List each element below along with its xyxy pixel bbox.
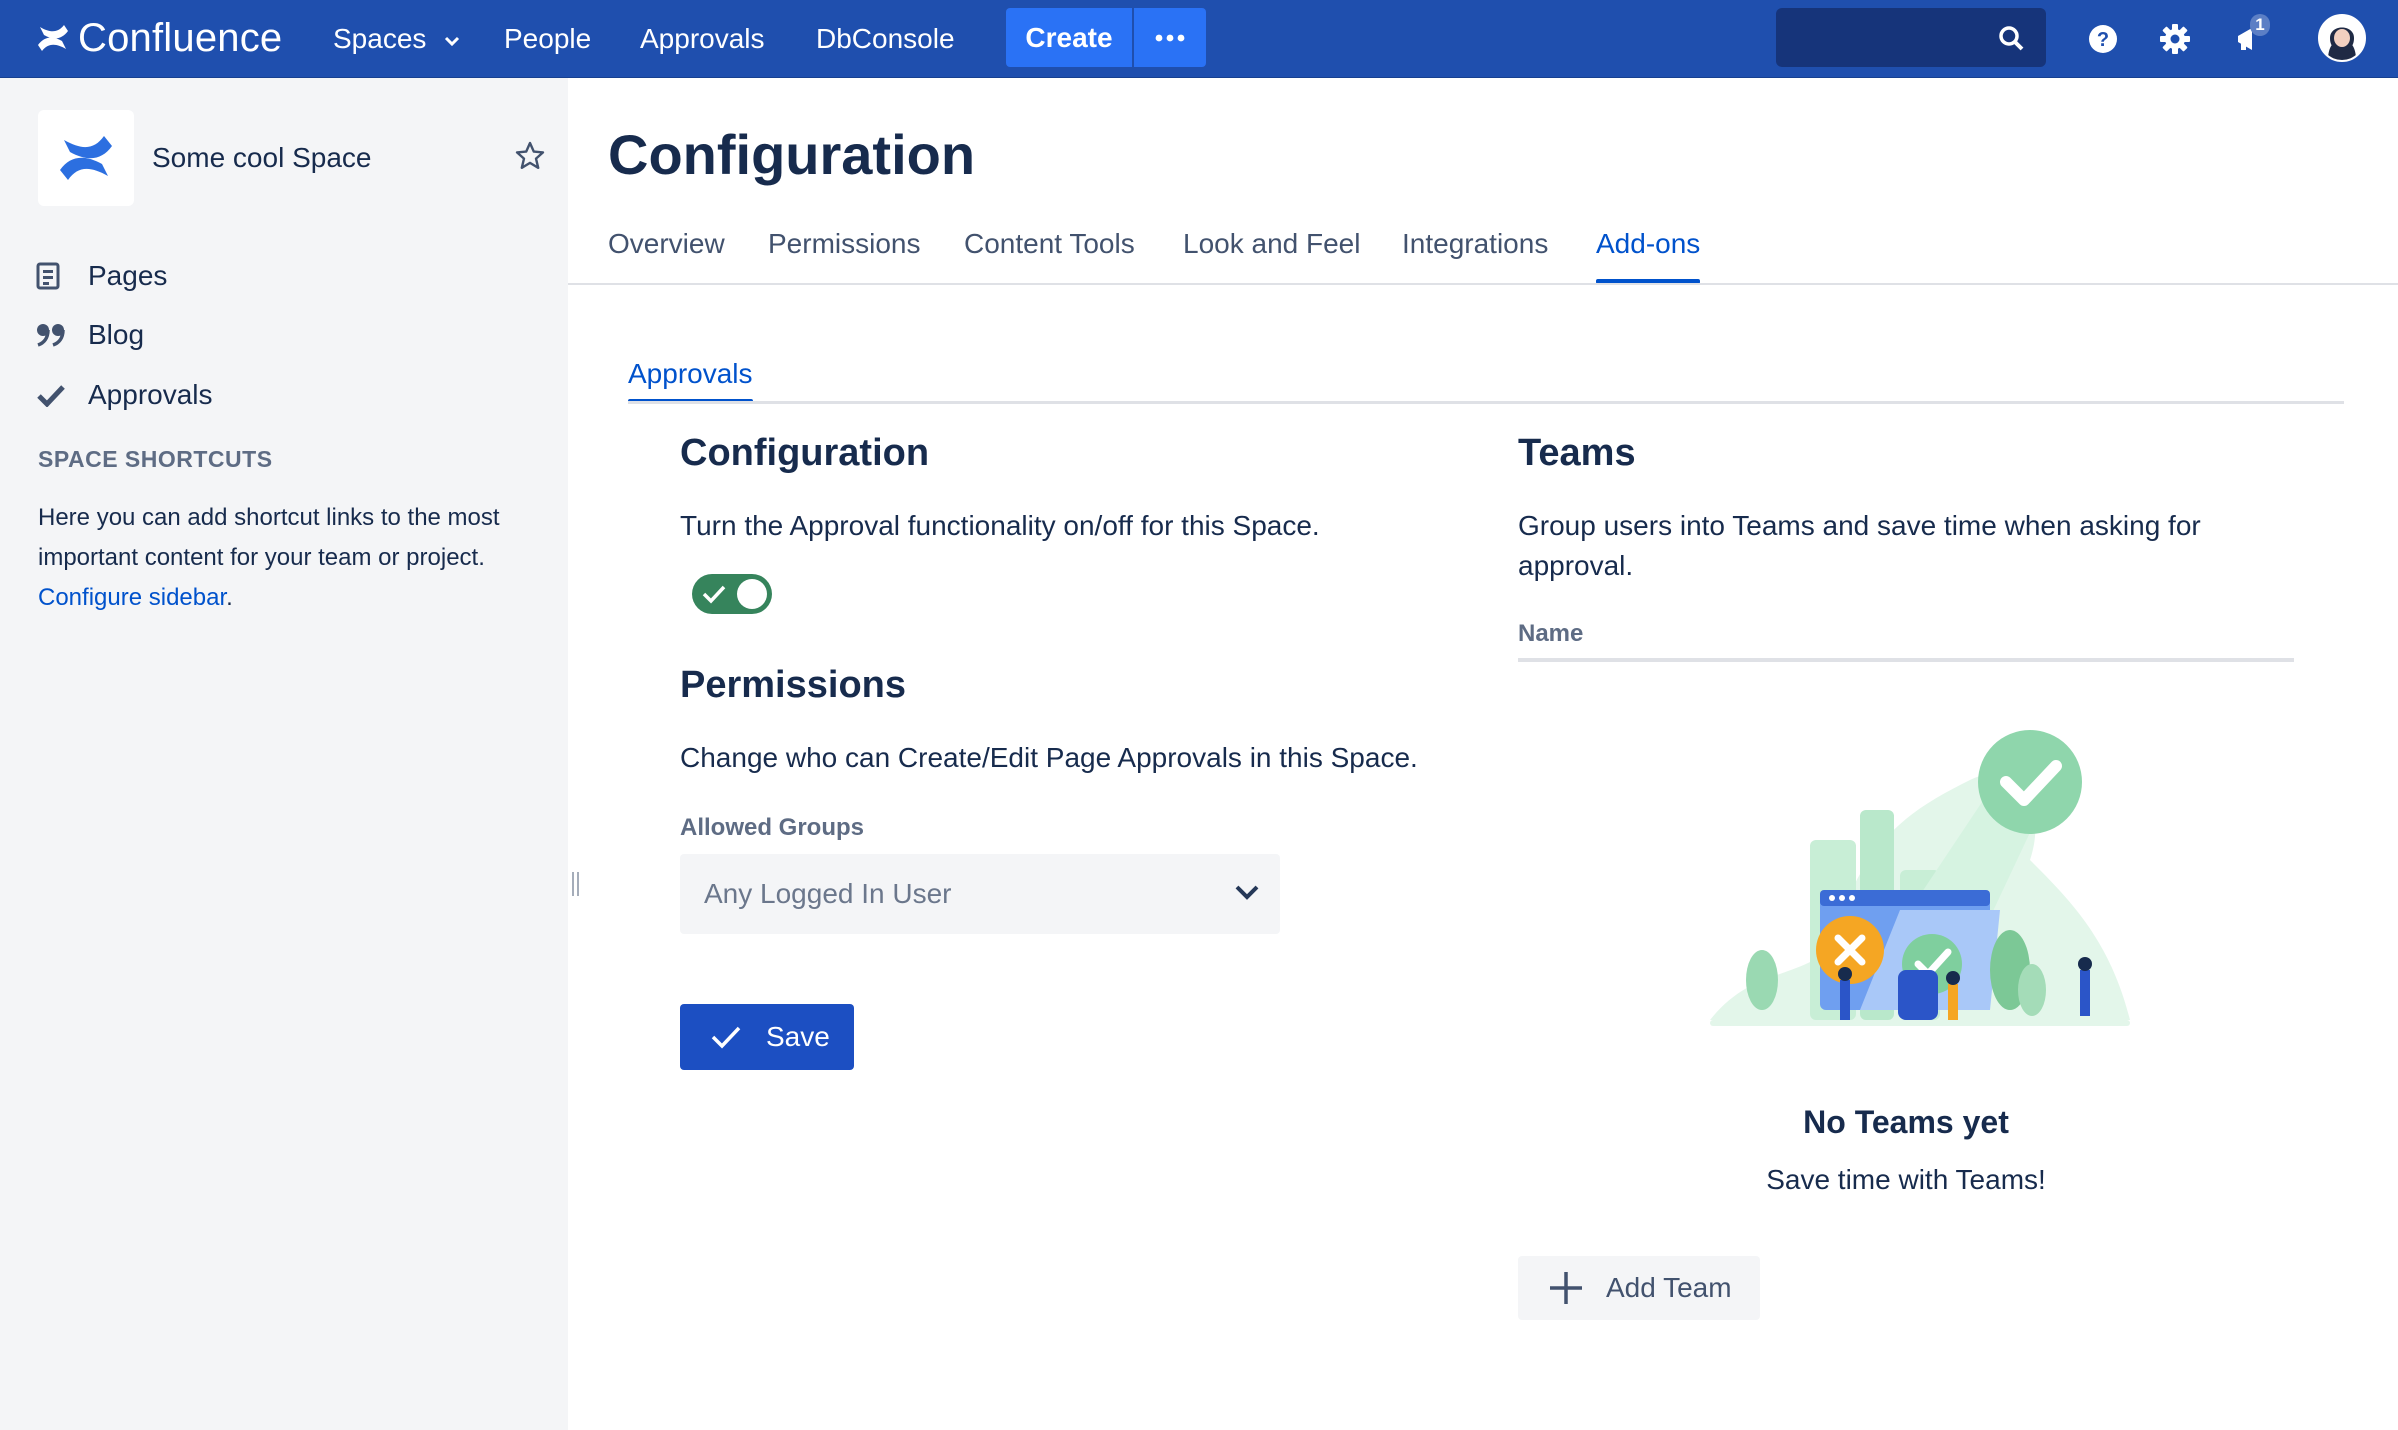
checkmark-icon (36, 383, 70, 407)
notification-count-badge: 1 (2250, 14, 2270, 36)
check-icon (710, 1025, 742, 1049)
sidebar-item-approvals[interactable]: Approvals (36, 375, 213, 415)
search-icon[interactable] (1998, 25, 2024, 51)
teams-description: Group users into Teams and save time whe… (1518, 510, 2201, 581)
create-button[interactable]: Create (1006, 8, 1132, 67)
more-create-options-button[interactable] (1134, 8, 1206, 67)
space-shortcuts-heading: SPACE SHORTCUTS (38, 446, 273, 472)
save-button-label: Save (766, 1021, 830, 1052)
toggle-check-icon (702, 585, 726, 604)
allowed-groups-label: Allowed Groups (680, 814, 865, 841)
page-icon (36, 262, 70, 290)
tabs-divider (568, 283, 2398, 285)
tab-permissions[interactable]: Permissions (768, 228, 920, 284)
tab-integrations[interactable]: Integrations (1402, 228, 1548, 284)
gear-icon (2160, 24, 2190, 54)
quote-icon (36, 323, 70, 347)
sidebar-item-pages[interactable]: Pages (36, 256, 167, 296)
tab-overview[interactable]: Overview (608, 228, 725, 284)
search-box[interactable] (1776, 8, 2046, 67)
no-teams-subtitle: Save time with Teams! (1766, 1164, 2046, 1195)
permissions-heading: Permissions (680, 664, 906, 706)
nav-spaces-label: Spaces (333, 23, 427, 54)
toggle-knob (737, 579, 767, 609)
add-team-button[interactable]: Add Team (1518, 1256, 1760, 1320)
sidebar-item-label: Approvals (88, 379, 213, 410)
subtabs-divider (628, 401, 2344, 404)
avatar-icon (2320, 16, 2364, 60)
space-logo[interactable] (38, 110, 134, 206)
top-navigation-bar: Confluence Spaces People Approvals DbCon… (0, 0, 2398, 78)
no-teams-illustration (1710, 730, 2130, 1026)
brand-name: Confluence (78, 15, 283, 60)
configuration-description: Turn the Approval functionality on/off f… (680, 510, 1320, 541)
space-name[interactable]: Some cool Space (152, 142, 371, 174)
subtab-approvals[interactable]: Approvals (628, 358, 753, 404)
confluence-logo-icon (38, 25, 68, 51)
nav-people[interactable]: People (504, 0, 591, 78)
allowed-groups-select[interactable]: Any Logged In User (680, 854, 1280, 934)
nav-spaces[interactable]: Spaces (333, 0, 460, 78)
shortcuts-text: Here you can add shortcut links to the m… (38, 504, 500, 571)
help-button[interactable]: ? (2080, 16, 2126, 62)
chevron-down-icon (1235, 885, 1259, 900)
space-shortcuts-description: Here you can add shortcut links to the m… (38, 498, 538, 618)
configure-sidebar-link[interactable]: Configure sidebar (38, 584, 226, 611)
no-teams-title: No Teams yet (1803, 1104, 2009, 1140)
notifications-button[interactable]: 1 (2226, 14, 2272, 62)
nav-approvals[interactable]: Approvals (640, 0, 765, 78)
confluence-logo[interactable]: Confluence (36, 16, 282, 60)
star-icon[interactable] (514, 140, 546, 172)
chevron-down-icon (445, 36, 460, 46)
approval-functionality-toggle[interactable] (692, 574, 772, 614)
space-sidebar: Some cool Space Pages Blog Approvals SPA… (0, 78, 568, 1430)
user-avatar[interactable] (2318, 14, 2366, 62)
save-button[interactable]: Save (680, 1004, 854, 1070)
more-icon (1155, 34, 1185, 41)
sidebar-item-blog[interactable]: Blog (36, 315, 144, 355)
allowed-groups-value: Any Logged In User (704, 878, 952, 909)
page-title: Configuration (608, 123, 976, 186)
permissions-description: Change who can Create/Edit Page Approval… (680, 742, 1418, 773)
settings-button[interactable] (2152, 16, 2198, 62)
sidebar-resize-handle[interactable] (571, 872, 581, 896)
shortcuts-suffix: . (226, 584, 233, 611)
space-logo-icon (60, 136, 112, 180)
nav-dbconsole[interactable]: DbConsole (816, 0, 955, 78)
svg-text:?: ? (2097, 29, 2109, 51)
add-team-label: Add Team (1606, 1272, 1732, 1303)
plus-icon (1548, 1270, 1584, 1306)
sidebar-item-label: Blog (88, 319, 145, 350)
search-input[interactable] (1776, 8, 2008, 67)
teams-table-divider (1518, 658, 2294, 662)
configuration-heading: Configuration (680, 432, 930, 474)
teams-heading: Teams (1518, 432, 1636, 474)
teams-name-column-header: Name (1518, 620, 1584, 647)
help-icon: ? (2089, 25, 2117, 53)
tab-content-tools[interactable]: Content Tools (964, 228, 1135, 284)
sidebar-item-label: Pages (88, 260, 168, 291)
tab-look-and-feel[interactable]: Look and Feel (1183, 228, 1360, 284)
tab-add-ons[interactable]: Add-ons (1596, 228, 1701, 284)
